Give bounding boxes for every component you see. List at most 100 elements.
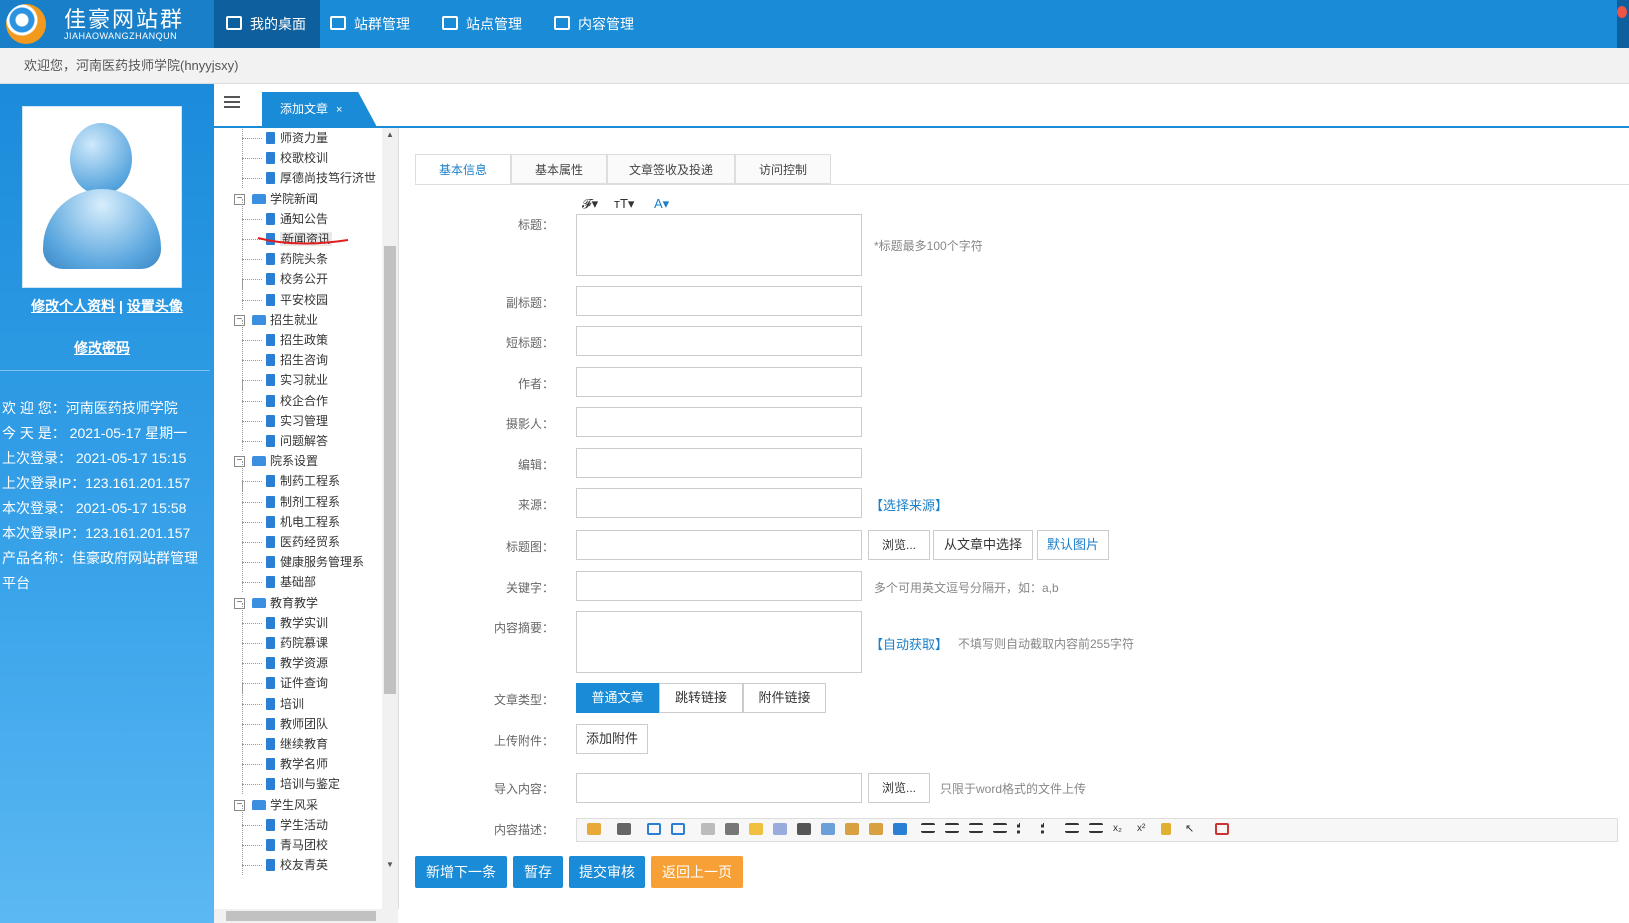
superscript-icon[interactable]: x² [1137, 823, 1151, 835]
align-center-icon[interactable] [945, 823, 959, 833]
unordered-list-icon[interactable] [1041, 823, 1058, 835]
align-left-icon[interactable] [921, 823, 935, 833]
author-input[interactable] [576, 367, 862, 397]
tab-basic-attributes[interactable]: 基本属性 [511, 154, 607, 184]
save-draft-button[interactable]: 暂存 [513, 856, 563, 888]
tree-item[interactable]: 培训与鉴定 [214, 764, 340, 795]
title-color-icon[interactable]: A▾ [654, 196, 669, 212]
print-icon[interactable] [725, 823, 739, 835]
tree-folder[interactable]: − 学院新闻 [214, 189, 318, 209]
back-button[interactable]: 返回上一页 [651, 856, 743, 888]
tree-item[interactable]: 药院头条 [214, 239, 328, 270]
tab-add-article[interactable]: 添加文章 × [262, 92, 377, 126]
tree-item[interactable]: 机电工程系 [214, 501, 340, 532]
cut-icon[interactable] [797, 823, 811, 835]
nav-site-management[interactable]: 站点管理 [442, 0, 522, 48]
select-from-article-button[interactable]: 从文章中选择 [933, 530, 1033, 560]
tree-item[interactable]: 证件查询 [214, 663, 328, 694]
undo-icon[interactable] [647, 823, 661, 835]
editor-input[interactable] [576, 448, 862, 478]
close-icon[interactable]: × [336, 104, 342, 116]
photographer-input[interactable] [576, 407, 862, 437]
tree-item[interactable]: 校务公开 [214, 259, 328, 290]
indent-icon[interactable] [1065, 823, 1079, 833]
nav-site-group-management[interactable]: 站群管理 [330, 0, 410, 48]
title-size-icon[interactable]: ᴛT▾ [614, 196, 634, 212]
auto-get-link[interactable]: 【自动获取】 [870, 634, 948, 653]
tree-folder[interactable]: − 教育教学 [214, 593, 318, 613]
add-attachment-button[interactable]: 添加附件 [576, 724, 648, 754]
tree-item[interactable]: 药院慕课 [214, 623, 328, 653]
tree-vertical-scrollbar[interactable]: ▲ ▼ [382, 128, 398, 909]
scroll-up-icon[interactable]: ▲ [386, 130, 394, 139]
submit-review-button[interactable]: 提交审核 [569, 856, 645, 888]
source-input[interactable] [576, 488, 862, 518]
browse-image-button[interactable]: 浏览... [868, 530, 930, 560]
tree-item[interactable]: 学生活动 [214, 804, 328, 835]
subscript-icon[interactable]: x₂ [1113, 823, 1127, 835]
tree-item[interactable]: 通知公告 [214, 198, 328, 229]
tree-item[interactable]: 厚德尚技笃行济世 [214, 158, 376, 189]
set-avatar-link[interactable]: 设置头像 [127, 298, 183, 314]
tab-access-control[interactable]: 访问控制 [735, 154, 831, 184]
paste-icon[interactable] [617, 823, 631, 835]
keywords-input[interactable] [576, 571, 862, 601]
tab-basic-info[interactable]: 基本信息 [415, 154, 511, 184]
tree-item[interactable]: 教学实训 [214, 602, 328, 633]
nav-my-desktop[interactable]: 我的桌面 [214, 0, 320, 48]
tree-item[interactable]: 基础部 [214, 562, 316, 593]
tree-horizontal-scrollbar[interactable] [214, 909, 398, 923]
tree-item[interactable]: 实习就业 [214, 360, 328, 391]
title-font-icon[interactable]: 𝓕▾ [582, 196, 598, 212]
fullscreen-icon[interactable] [1215, 823, 1229, 835]
tree-folder[interactable]: − 学生风采 [214, 795, 318, 815]
clear-format-icon[interactable] [1161, 823, 1171, 835]
tree-item[interactable]: 校友青英 [214, 845, 328, 876]
redo-icon[interactable] [671, 823, 685, 835]
type-redirect-link-button[interactable]: 跳转链接 [659, 683, 743, 713]
ordered-list-icon[interactable] [1017, 823, 1034, 835]
tree-item[interactable]: 教学资源 [214, 643, 328, 674]
tree-item[interactable]: 问题解答 [214, 421, 328, 451]
tree-item[interactable]: 校企合作 [214, 380, 328, 411]
tree-item[interactable]: 健康服务管理系 [214, 542, 364, 573]
menu-toggle-icon[interactable] [224, 96, 240, 110]
tree-item[interactable]: 招生政策 [214, 320, 328, 350]
edit-profile-link[interactable]: 修改个人资料 [31, 298, 115, 314]
tree-item[interactable]: 师资力量 [214, 128, 328, 148]
preview-icon[interactable] [701, 823, 715, 835]
short-title-input[interactable] [576, 326, 862, 356]
tree-folder[interactable]: − 院系设置 [214, 451, 318, 471]
copy-icon[interactable] [821, 823, 835, 835]
justify-icon[interactable] [993, 823, 1007, 833]
outdent-icon[interactable] [1089, 823, 1103, 833]
tree-item[interactable]: 平安校园 [214, 279, 328, 310]
code-block-icon[interactable] [773, 823, 787, 835]
tab-sign-and-deliver[interactable]: 文章签收及投递 [607, 154, 735, 184]
paste-word-icon[interactable] [869, 823, 883, 835]
tree-item[interactable]: 制剂工程系 [214, 481, 340, 512]
nav-content-management[interactable]: 内容管理 [554, 0, 634, 48]
tree-item[interactable]: 继续教育 [214, 724, 328, 754]
browse-import-button[interactable]: 浏览... [868, 773, 930, 803]
scroll-down-icon[interactable]: ▼ [386, 860, 394, 869]
hscroll-thumb[interactable] [226, 911, 376, 921]
default-image-button[interactable]: 默认图片 [1037, 530, 1109, 560]
subtitle-input[interactable] [576, 286, 862, 316]
change-password-link[interactable]: 修改密码 [74, 340, 130, 356]
choose-source-link[interactable]: 【选择来源】 [870, 495, 948, 514]
select-pointer-icon[interactable]: ↖ [1185, 823, 1199, 835]
tree-item[interactable]: 实习管理 [214, 400, 328, 431]
save-and-new-button[interactable]: 新增下一条 [415, 856, 507, 888]
type-normal-article-button[interactable]: 普通文章 [576, 683, 659, 713]
paste-text-icon[interactable] [845, 823, 859, 835]
tree-folder[interactable]: − 招生就业 [214, 310, 318, 330]
tree-item[interactable]: 教学名师 [214, 744, 328, 775]
tree-item[interactable]: 培训 [214, 683, 304, 714]
tree-item[interactable]: 医药经贸系 [214, 522, 340, 552]
source-code-icon[interactable] [587, 823, 601, 835]
tree-item[interactable]: 青马团校 [214, 825, 328, 855]
user-menu[interactable] [1617, 0, 1629, 48]
summary-textarea[interactable] [576, 611, 862, 673]
title-textarea[interactable] [576, 214, 862, 276]
